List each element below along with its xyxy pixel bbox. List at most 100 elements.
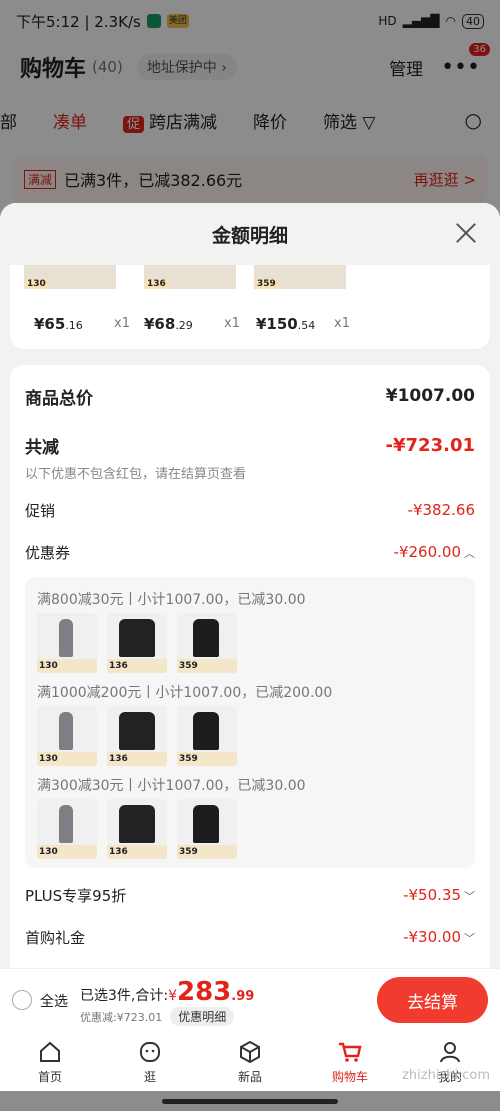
- tab-home-label: 首页: [37, 1069, 62, 1084]
- thumb-price: 130: [37, 845, 97, 859]
- reduce-note: 以下优惠不包含红包，请在结算页查看: [25, 467, 247, 482]
- total-row: 商品总价 ¥1007.00: [25, 365, 475, 427]
- price-badge: 130: [24, 279, 49, 289]
- product-item[interactable]: 136: [130, 265, 240, 289]
- checkout-bar: 全选 已选3件,合计:¥283.99 优惠减:¥723.01 优惠明细 去结算: [0, 968, 500, 1031]
- tab-home[interactable]: 首页: [0, 1031, 100, 1091]
- profile-icon: [440, 1041, 460, 1062]
- coupon-value: -¥260.00 ︿: [394, 543, 475, 561]
- chevron-down-icon[interactable]: ﹀: [464, 890, 475, 903]
- discount-text: 优惠减:¥723.01: [80, 1010, 163, 1024]
- pants-image: [59, 712, 73, 750]
- selected-text: 已选3件,合计:: [80, 988, 169, 1004]
- tab-cart[interactable]: 购物车: [300, 1031, 400, 1091]
- promo-row: 促销 -¥382.66: [25, 489, 475, 531]
- price-badge: 359: [254, 279, 279, 289]
- product-thumb[interactable]: 136: [107, 613, 167, 673]
- jacket-image: [119, 805, 155, 843]
- product-summary-card: 130 ¥65.16 x1 136 ¥68.29 x1 359 ¥150.54 …: [10, 265, 490, 349]
- first-purchase-row[interactable]: 首购礼金 -¥30.00 ﹀: [25, 916, 475, 958]
- discount-detail-button[interactable]: 优惠明细: [170, 1007, 235, 1026]
- plus-discount-row[interactable]: PLUS专享95折 -¥50.35 ﹀: [25, 874, 475, 916]
- thumb-price: 136: [107, 752, 167, 766]
- coupon-product-row: 130 136 359: [37, 613, 463, 678]
- product-thumb[interactable]: 136: [107, 706, 167, 766]
- chevron-down-icon[interactable]: ﹀: [464, 932, 475, 945]
- discount-line: 优惠减:¥723.01 优惠明细: [80, 1007, 235, 1026]
- product-price-dec: .54: [297, 319, 316, 332]
- cart-icon: [339, 1042, 362, 1062]
- first-purchase-amount: -¥30.00: [403, 928, 461, 946]
- box-icon: [240, 1040, 260, 1063]
- home-indicator[interactable]: [162, 1099, 338, 1104]
- reduce-row: 共减 -¥723.01: [25, 427, 475, 463]
- product-price-int: ¥65: [34, 315, 66, 333]
- coat-image: [193, 712, 219, 750]
- product-item[interactable]: 359: [240, 265, 350, 289]
- sheet-header: 金额明细: [0, 203, 500, 265]
- thumb-price: 136: [107, 845, 167, 859]
- pants-image: [59, 619, 73, 657]
- product-thumb[interactable]: 130: [37, 706, 97, 766]
- coupon-row[interactable]: 优惠券 -¥260.00 ︿: [25, 531, 475, 573]
- product-price: ¥68.29: [144, 315, 193, 333]
- total-value: ¥1007.00: [385, 386, 475, 406]
- promo-value: -¥382.66: [407, 501, 475, 519]
- close-icon[interactable]: [452, 219, 480, 247]
- tab-new[interactable]: 新品: [200, 1031, 300, 1091]
- tab-new-label: 新品: [237, 1069, 262, 1084]
- product-thumb[interactable]: 130: [37, 613, 97, 673]
- home-icon: [40, 1041, 60, 1062]
- thumb-price: 136: [107, 659, 167, 673]
- product-item[interactable]: 130: [10, 265, 120, 289]
- checkout-button[interactable]: 去结算: [377, 977, 488, 1023]
- thumb-price: 130: [37, 659, 97, 673]
- chevron-up-icon[interactable]: ︿: [464, 547, 475, 560]
- reduce-label: 共减: [25, 437, 59, 458]
- product-price-int: ¥150: [256, 315, 298, 333]
- tab-browse-label: 逛: [143, 1069, 156, 1084]
- first-purchase-value: -¥30.00 ﹀: [403, 928, 475, 946]
- coat-image: [193, 619, 219, 657]
- coupon-amount: -¥260.00: [393, 543, 461, 561]
- product-thumbnail: 136: [144, 265, 236, 289]
- coupon-label: 优惠券: [25, 543, 71, 562]
- coupon-group-title: 满800减30元丨小计1007.00，已减30.00: [37, 592, 306, 608]
- plus-amount: -¥50.35: [403, 886, 461, 904]
- product-thumb[interactable]: 359: [177, 799, 237, 859]
- tab-browse[interactable]: 逛: [100, 1031, 200, 1091]
- product-price-dec: .16: [65, 319, 83, 332]
- product-thumb[interactable]: 136: [107, 799, 167, 859]
- coupon-group-title: 满300减30元丨小计1007.00，已减30.00: [37, 778, 306, 794]
- coupon-group-title: 满1000减200元丨小计1007.00，已减200.00: [37, 685, 333, 701]
- thumb-price: 359: [177, 845, 237, 859]
- product-price-dec: .29: [175, 319, 193, 332]
- coupon-breakdown: 满800减30元丨小计1007.00，已减30.00 130 136 359 满…: [25, 577, 475, 868]
- price-badge: 136: [144, 279, 169, 289]
- product-thumbnail: 359: [254, 265, 346, 289]
- jacket-image: [119, 712, 155, 750]
- amount-detail-card: 商品总价 ¥1007.00 共减 -¥723.01 以下优惠不包含红包，请在结算…: [10, 365, 490, 985]
- amount-currency: ¥: [168, 988, 177, 1004]
- product-thumb[interactable]: 359: [177, 613, 237, 673]
- amount-detail-sheet: 金额明细 130 ¥65.16 x1 136 ¥68.29 x1 359 ¥15…: [0, 203, 500, 1031]
- product-thumb[interactable]: 359: [177, 706, 237, 766]
- amount-dec: .99: [231, 989, 255, 1004]
- product-price: ¥65.16: [34, 315, 83, 333]
- select-all-checkbox[interactable]: [12, 990, 32, 1010]
- product-thumb[interactable]: 130: [37, 799, 97, 859]
- coupon-product-row: 130 136 359: [37, 799, 463, 864]
- product-qty: x1: [224, 316, 240, 331]
- product-qty: x1: [114, 316, 130, 331]
- reduce-value: -¥723.01: [385, 434, 475, 456]
- amount-int: 283: [177, 977, 232, 1007]
- thumb-price: 359: [177, 752, 237, 766]
- select-all-label[interactable]: 全选: [40, 991, 68, 1011]
- pants-image: [59, 805, 73, 843]
- watermark: zhizhizhi.com: [402, 1068, 490, 1083]
- thumb-price: 359: [177, 659, 237, 673]
- plus-label: PLUS专享95折: [25, 886, 127, 905]
- product-price-int: ¥68: [144, 315, 176, 333]
- sheet-title: 金额明细: [211, 224, 288, 247]
- plus-value: -¥50.35 ﹀: [403, 886, 475, 904]
